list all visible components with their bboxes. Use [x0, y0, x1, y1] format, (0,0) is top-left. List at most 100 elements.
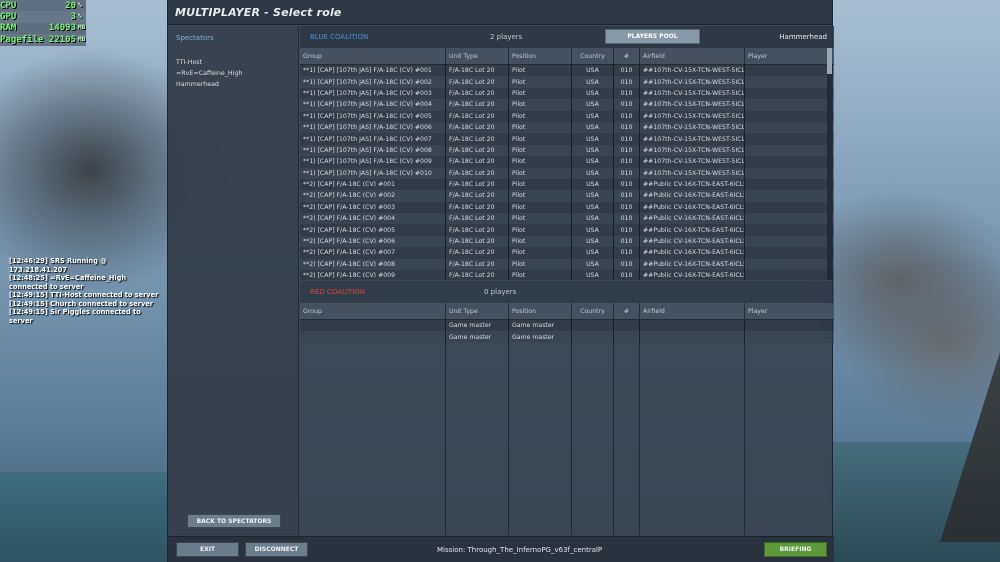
cell-unit-type: F/A-18C Lot 20: [446, 247, 509, 259]
cell-number: 010: [614, 235, 640, 248]
table-row[interactable]: **2) [CAP] F/A-18C (CV) #007 F/A-18C Lot …: [300, 247, 834, 259]
table-row[interactable]: Game master Game master: [300, 320, 834, 332]
cell-country: USA: [572, 235, 614, 248]
cell-unit-type: F/A-18C Lot 20: [446, 201, 509, 214]
cell-position: Pilot: [509, 76, 572, 88]
cell-group: **2) [CAP] F/A-18C (CV) #005: [300, 224, 446, 236]
cell-country: USA: [572, 167, 614, 179]
cell-airfield: ##107th-CV-15X-TCN-WEST-5ICLS: [640, 99, 745, 111]
column-header-group[interactable]: Group: [300, 48, 446, 64]
performance-overlay: CPU 20% GPU 3% RAM 14093 MB Pagefile 22105 MB: [0, 0, 86, 46]
column-header-position[interactable]: Position: [509, 48, 572, 64]
chat-line: [12:48:25] =RvE=Caffeine_High connected …: [9, 274, 127, 291]
cell-number: 010: [614, 178, 640, 191]
table-row[interactable]: **2) [CAP] F/A-18C (CV) #004 F/A-18C Lot …: [300, 213, 834, 225]
table-header: Group Unit Type Position Country # Airfield Pl…: [300, 303, 834, 320]
table-row[interactable]: **2) [CAP] F/A-18C (CV) #009 F/A-18C Lot …: [300, 270, 834, 280]
cell-player: [745, 320, 834, 331]
column-divider: [639, 65, 640, 280]
column-divider: [445, 320, 446, 535]
cell-airfield: ##Public CV-16X-TCN-EAST-6ICLS: [640, 258, 745, 271]
table-row[interactable]: Game master Game master: [300, 331, 834, 343]
briefing-button[interactable]: BRIEFING: [764, 542, 827, 557]
blue-coalition-label[interactable]: BLUE COALITION: [310, 33, 368, 41]
cell-group: **1) [CAP] [107th JAS] F/A-18C (CV) #010: [300, 167, 446, 179]
cell-country: USA: [572, 201, 614, 214]
cell-country: USA: [572, 213, 614, 225]
back-to-spectators-button[interactable]: BACK TO SPECTATORS: [187, 514, 281, 528]
table-row[interactable]: **2) [CAP] F/A-18C (CV) #003 F/A-18C Lot …: [300, 201, 834, 214]
blue-table-scrollbar[interactable]: [827, 48, 832, 280]
column-header-airfield[interactable]: Airfield: [640, 48, 745, 64]
table-row[interactable]: **1) [CAP] [107th JAS] F/A-18C (CV) #001…: [300, 65, 834, 77]
column-header-number[interactable]: #: [614, 303, 640, 319]
chat-line: [12:46:29] SRS Running @ 173.218.41.207: [9, 257, 107, 274]
column-divider: [508, 320, 509, 535]
cell-group: **2) [CAP] F/A-18C (CV) #004: [300, 213, 446, 225]
cell-position: Pilot: [509, 178, 572, 191]
cell-player: [745, 88, 834, 99]
table-row[interactable]: **1) [CAP] [107th JAS] F/A-18C (CV) #005…: [300, 110, 834, 122]
table-header: Group Unit Type Position Country # Airfield Pl…: [300, 48, 834, 65]
column-divider: [445, 65, 446, 280]
cell-player: [745, 145, 834, 156]
table-row[interactable]: **2) [CAP] F/A-18C (CV) #002 F/A-18C Lot …: [300, 190, 834, 202]
table-row[interactable]: **2) [CAP] F/A-18C (CV) #006 F/A-18C Lot …: [300, 235, 834, 248]
column-header-player[interactable]: Player: [745, 303, 834, 319]
cell-position: Pilot: [509, 270, 572, 280]
scrollbar-thumb[interactable]: [827, 48, 832, 74]
cell-number: 010: [614, 247, 640, 259]
cell-number: 010: [614, 87, 640, 100]
column-header-position[interactable]: Position: [509, 303, 572, 319]
cell-number: 010: [614, 224, 640, 236]
table-row[interactable]: **2) [CAP] F/A-18C (CV) #001 F/A-18C Lot …: [300, 178, 834, 191]
column-header-unit-type[interactable]: Unit Type: [446, 303, 509, 319]
players-pool-button[interactable]: PLAYERS POOL: [605, 29, 700, 44]
table-row[interactable]: **1) [CAP] [107th JAS] F/A-18C (CV) #008…: [300, 144, 834, 157]
column-header-country[interactable]: Country: [572, 303, 614, 319]
cell-number: 010: [614, 213, 640, 225]
cell-position: Pilot: [509, 258, 572, 271]
cell-airfield: ##107th-CV-15X-TCN-WEST-5ICLS: [640, 121, 745, 134]
exit-button[interactable]: EXIT: [176, 542, 239, 557]
cell-player: [745, 190, 834, 201]
cell-unit-type: F/A-18C Lot 20: [446, 224, 509, 236]
cell-position: Pilot: [509, 121, 572, 134]
table-row[interactable]: **1) [CAP] [107th JAS] F/A-18C (CV) #002…: [300, 76, 834, 88]
table-row[interactable]: **1) [CAP] [107th JAS] F/A-18C (CV) #007…: [300, 133, 834, 145]
cell-position: Pilot: [509, 224, 572, 236]
table-row[interactable]: **1) [CAP] [107th JAS] F/A-18C (CV) #009…: [300, 156, 834, 168]
disconnect-button[interactable]: DISCONNECT: [245, 542, 308, 557]
cell-airfield: [640, 331, 745, 343]
column-header-airfield[interactable]: Airfield: [640, 303, 745, 319]
table-row[interactable]: **2) [CAP] F/A-18C (CV) #005 F/A-18C Lot …: [300, 224, 834, 236]
red-coalition-label[interactable]: RED COALITION: [310, 288, 365, 296]
column-header-group[interactable]: Group: [300, 303, 446, 319]
overlay-unit: %: [78, 13, 82, 21]
red-player-count: 0 players: [484, 288, 517, 296]
cell-airfield: ##Public CV-16X-TCN-EAST-6ICLS: [640, 247, 745, 259]
column-header-player[interactable]: Player: [745, 48, 834, 64]
cell-position: Pilot: [509, 99, 572, 111]
cell-unit-type: Game master: [446, 320, 509, 332]
column-header-country[interactable]: Country: [572, 48, 614, 64]
column-header-number[interactable]: #: [614, 48, 640, 64]
cell-country: USA: [572, 224, 614, 236]
cell-position: Pilot: [509, 144, 572, 157]
cell-unit-type: F/A-18C Lot 20: [446, 99, 509, 111]
table-row[interactable]: **1) [CAP] [107th JAS] F/A-18C (CV) #003…: [300, 87, 834, 100]
table-row[interactable]: **1) [CAP] [107th JAS] F/A-18C (CV) #006…: [300, 121, 834, 134]
cell-airfield: ##107th-CV-15X-TCN-WEST-5ICLS: [640, 110, 745, 122]
overlay-row: GPU 3%: [0, 11, 86, 23]
table-row[interactable]: **2) [CAP] F/A-18C (CV) #008 F/A-18C Lot …: [300, 258, 834, 271]
cell-group: **1) [CAP] [107th JAS] F/A-18C (CV) #005: [300, 110, 446, 122]
table-row[interactable]: **1) [CAP] [107th JAS] F/A-18C (CV) #004…: [300, 99, 834, 111]
cell-position: Pilot: [509, 167, 572, 179]
column-header-unit-type[interactable]: Unit Type: [446, 48, 509, 64]
cell-number: 010: [614, 167, 640, 179]
cell-position: Pilot: [509, 201, 572, 214]
cell-unit-type: F/A-18C Lot 20: [446, 144, 509, 157]
cell-position: Pilot: [509, 87, 572, 100]
table-row[interactable]: **1) [CAP] [107th JAS] F/A-18C (CV) #010…: [300, 167, 834, 179]
column-divider: [508, 65, 509, 280]
